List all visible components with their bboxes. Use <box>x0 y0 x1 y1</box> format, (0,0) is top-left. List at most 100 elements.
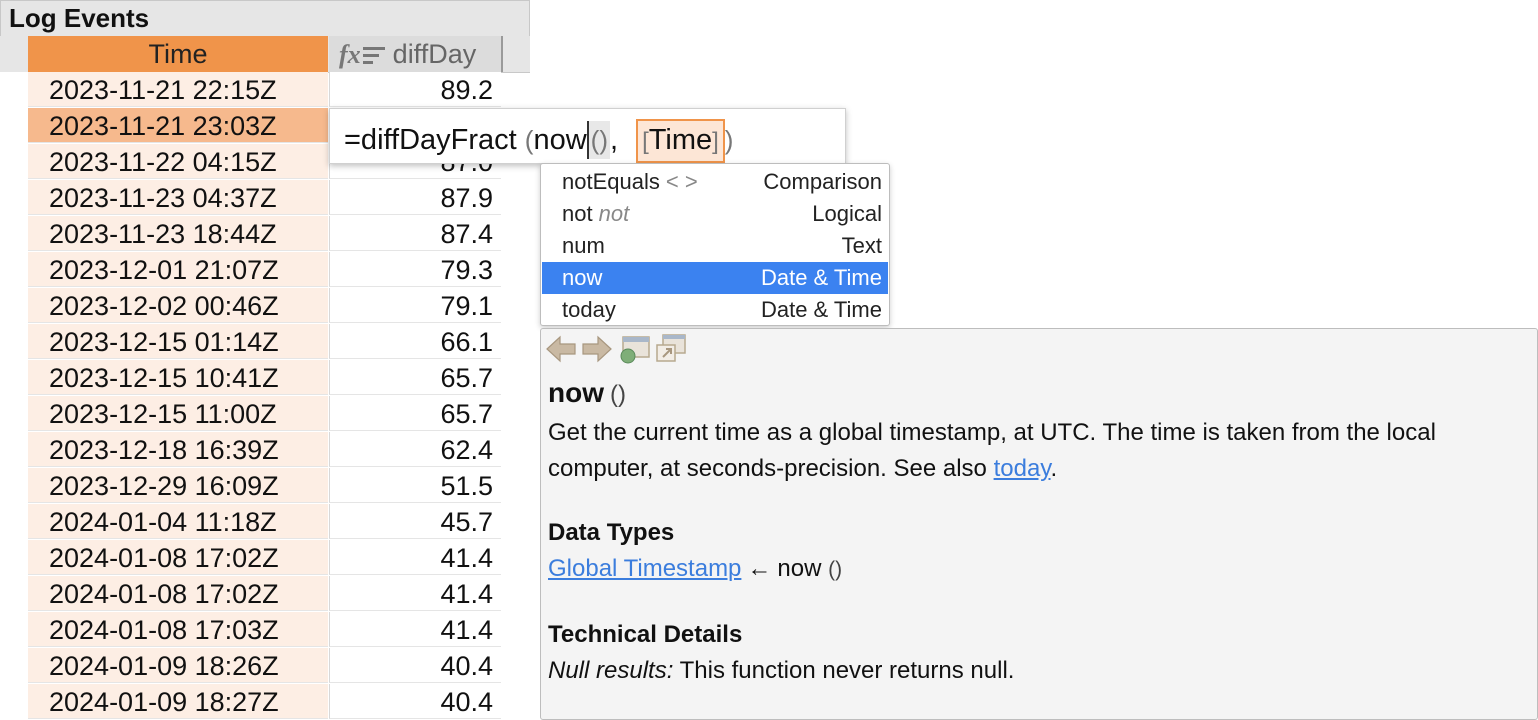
table-row[interactable]: 2023-11-21 22:15Z 89.2 <box>0 72 530 108</box>
cell-time[interactable]: 2024-01-08 17:02Z <box>28 540 328 575</box>
cell-time[interactable]: 2024-01-09 18:27Z <box>28 684 328 719</box>
row-gutter[interactable] <box>0 432 28 468</box>
autocomplete-item-name: not not <box>562 201 630 226</box>
cell-diffday[interactable]: 41.4 <box>329 540 501 575</box>
cell-diffday[interactable]: 45.7 <box>329 504 501 539</box>
cell-time[interactable]: 2023-11-21 23:03Z <box>28 108 328 143</box>
formula-text[interactable]: =diffDayFract (now (), [Time]) <box>344 109 733 163</box>
table-row[interactable]: 2024-01-08 17:02Z 41.4 <box>0 576 530 612</box>
cell-time[interactable]: 2023-11-21 22:15Z <box>28 72 328 107</box>
function-docs-panel: now() Get the current time as a global t… <box>540 328 1538 720</box>
row-gutter[interactable] <box>0 72 28 108</box>
autocomplete-item-name: num <box>562 233 605 258</box>
cell-diffday[interactable]: 87.4 <box>329 216 501 251</box>
row-gutter[interactable] <box>0 576 28 612</box>
cell-diffday[interactable]: 66.1 <box>329 324 501 359</box>
docs-description-end: . <box>1050 455 1058 482</box>
autocomplete-item-notequals[interactable]: notEquals < > Comparison <box>542 166 888 198</box>
cell-diffday[interactable]: 40.4 <box>329 648 501 683</box>
cell-diffday[interactable]: 41.4 <box>329 576 501 611</box>
cell-time[interactable]: 2023-11-22 04:15Z <box>28 144 328 179</box>
table-row[interactable]: 2024-01-04 11:18Z 45.7 <box>0 504 530 540</box>
row-gutter[interactable] <box>0 684 28 720</box>
autocomplete-item-category: Text <box>841 233 882 258</box>
cell-time[interactable]: 2023-12-15 01:14Z <box>28 324 328 359</box>
table-title: Log Events <box>9 3 150 33</box>
autocomplete-item-not[interactable]: not not Logical <box>542 198 888 230</box>
table-row[interactable]: 2023-12-01 21:07Z 79.3 <box>0 252 530 288</box>
cell-diffday[interactable]: 87.9 <box>329 180 501 215</box>
cell-diffday[interactable]: 65.7 <box>329 360 501 395</box>
table-row[interactable]: 2023-12-15 10:41Z 65.7 <box>0 360 530 396</box>
row-gutter[interactable] <box>0 288 28 324</box>
cell-time[interactable]: 2023-12-18 16:39Z <box>28 432 328 467</box>
see-also-today-link[interactable]: today <box>994 455 1051 482</box>
autocomplete-item-today[interactable]: today Date & Time <box>542 294 888 326</box>
forward-arrow-icon[interactable] <box>581 333 613 365</box>
table-row[interactable]: 2024-01-08 17:03Z 41.4 <box>0 612 530 648</box>
cell-time[interactable]: 2023-12-01 21:07Z <box>28 252 328 287</box>
table-row[interactable]: 2023-12-15 01:14Z 66.1 <box>0 324 530 360</box>
table-row[interactable]: 2023-12-18 16:39Z 62.4 <box>0 432 530 468</box>
table-header-row: Time fx diffDay <box>0 36 530 73</box>
autocomplete-item-num[interactable]: num Text <box>542 230 888 262</box>
cell-time[interactable]: 2023-12-15 10:41Z <box>28 360 328 395</box>
cell-time[interactable]: 2023-11-23 04:37Z <box>28 180 328 215</box>
row-gutter[interactable] <box>0 252 28 288</box>
cell-diffday[interactable]: 41.4 <box>329 612 501 647</box>
cell-time[interactable]: 2024-01-09 18:26Z <box>28 648 328 683</box>
autocomplete-item-hint: < > <box>665 169 698 194</box>
pop-out-window-icon[interactable] <box>655 333 687 365</box>
table-row[interactable]: 2023-12-02 00:46Z 79.1 <box>0 288 530 324</box>
cell-time[interactable]: 2024-01-08 17:03Z <box>28 612 328 647</box>
table-row[interactable]: 2023-11-23 18:44Z 87.4 <box>0 216 530 252</box>
cell-diffday[interactable]: 40.4 <box>329 684 501 719</box>
open-in-browser-icon[interactable] <box>619 333 651 365</box>
table-row[interactable]: 2024-01-09 18:26Z 40.4 <box>0 648 530 684</box>
cell-diffday[interactable]: 62.4 <box>329 432 501 467</box>
cell-diffday[interactable]: 79.1 <box>329 288 501 323</box>
autocomplete-dropdown: notEquals < > Comparison not not Logical num Te… <box>540 163 890 326</box>
null-results-label: Null results: <box>548 657 674 684</box>
column-resize-handle[interactable] <box>501 36 503 72</box>
row-gutter[interactable] <box>0 540 28 576</box>
row-gutter[interactable] <box>0 108 28 144</box>
row-gutter[interactable] <box>0 324 28 360</box>
cell-diffday[interactable]: 51.5 <box>329 468 501 503</box>
cell-time[interactable]: 2023-12-02 00:46Z <box>28 288 328 323</box>
row-gutter[interactable] <box>0 144 28 180</box>
back-arrow-icon[interactable] <box>545 333 577 365</box>
column-ref-name: Time <box>648 124 713 156</box>
column-ref-open: [ <box>642 128 649 155</box>
column-header-diffday[interactable]: fx diffDay <box>329 36 501 72</box>
cell-time[interactable]: 2023-12-15 11:00Z <box>28 396 328 431</box>
row-gutter-header <box>0 36 28 72</box>
autocomplete-item-category: Date & Time <box>760 297 882 322</box>
row-gutter[interactable] <box>0 612 28 648</box>
cell-diffday[interactable]: 65.7 <box>329 396 501 431</box>
row-gutter[interactable] <box>0 648 28 684</box>
table-row[interactable]: 2024-01-09 18:27Z 40.4 <box>0 684 530 720</box>
table-row[interactable]: 2023-12-29 16:09Z 51.5 <box>0 468 530 504</box>
column-header-time[interactable]: Time <box>28 36 328 72</box>
row-gutter[interactable] <box>0 504 28 540</box>
cell-diffday[interactable]: 79.3 <box>329 252 501 287</box>
cell-time[interactable]: 2024-01-08 17:02Z <box>28 576 328 611</box>
global-timestamp-link[interactable]: Global Timestamp <box>548 555 741 582</box>
row-gutter[interactable] <box>0 396 28 432</box>
cell-time[interactable]: 2024-01-04 11:18Z <box>28 504 328 539</box>
cell-diffday[interactable]: 89.2 <box>329 72 501 107</box>
table-row[interactable]: 2024-01-08 17:02Z 41.4 <box>0 540 530 576</box>
row-gutter[interactable] <box>0 216 28 252</box>
table-row[interactable]: 2023-11-23 04:37Z 87.9 <box>0 180 530 216</box>
row-gutter[interactable] <box>0 180 28 216</box>
table-row[interactable]: 2023-12-15 11:00Z 65.7 <box>0 396 530 432</box>
row-gutter[interactable] <box>0 468 28 504</box>
autocomplete-item-category: Comparison <box>763 169 882 194</box>
autocomplete-item-now[interactable]: now Date & Time <box>542 262 888 294</box>
formula-column-ref[interactable]: [Time] <box>636 119 725 163</box>
row-gutter[interactable] <box>0 360 28 396</box>
formula-editor[interactable]: =diffDayFract (now (), [Time]) <box>329 108 846 164</box>
cell-time[interactable]: 2023-12-29 16:09Z <box>28 468 328 503</box>
cell-time[interactable]: 2023-11-23 18:44Z <box>28 216 328 251</box>
